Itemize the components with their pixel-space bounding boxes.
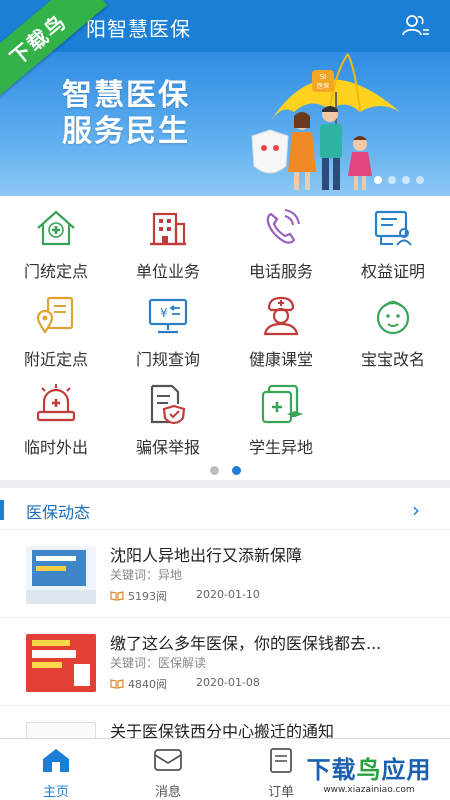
service-fraud-report[interactable]: 骗保举报 <box>112 372 224 460</box>
news-date: 2020-01-10 <box>196 588 260 601</box>
service-phone[interactable]: 电话服务 <box>225 196 337 284</box>
house-cross-icon <box>37 210 75 246</box>
watermark-text-c: 应用 <box>381 756 432 784</box>
grid-page-dot-2[interactable] <box>232 466 241 475</box>
news-date: 2020-01-08 <box>196 676 260 689</box>
user-profile-icon[interactable] <box>400 10 432 42</box>
service-label: 健康课堂 <box>248 350 313 369</box>
news-keyword: 关键词：医保解读 <box>110 656 207 670</box>
chevron-right-icon[interactable]: › <box>412 498 420 522</box>
news-read-count: 5193阅 <box>128 590 167 603</box>
tab-label: 主页 <box>42 785 69 800</box>
service-label: 宝宝改名 <box>360 350 425 369</box>
service-outpatient-rules[interactable]: ¥ 门规查询 <box>112 284 224 372</box>
service-grid: 门统定点 单位业务 电话服务 权益证明 附近定点 ¥ 门规查询 健康课堂 宝宝改… <box>0 196 450 460</box>
nurse-icon <box>263 296 299 336</box>
map-pin-icon <box>36 296 74 334</box>
home-icon <box>43 749 69 772</box>
student-card-icon <box>261 384 303 424</box>
svg-text:SI: SI <box>320 73 327 81</box>
banner-pagination[interactable] <box>374 176 424 184</box>
service-label: 学生异地 <box>248 438 313 457</box>
site-watermark: 下载鸟应用 www.xiazainiao.com <box>294 748 444 796</box>
news-keyword: 关键词：异地 <box>110 568 183 582</box>
svg-text:¥: ¥ <box>160 306 168 320</box>
grid-pagination[interactable] <box>0 460 450 480</box>
service-employer-business[interactable]: 单位业务 <box>112 196 224 284</box>
news-read-count: 4840阅 <box>128 678 167 691</box>
service-baby-rename[interactable]: 宝宝改名 <box>337 284 449 372</box>
order-icon <box>270 748 292 773</box>
service-temporary-leave[interactable]: 临时外出 <box>0 372 112 460</box>
watermark-text-b: 鸟 <box>356 756 382 784</box>
building-icon <box>150 212 186 246</box>
slogan-line-2: 服务民生 <box>62 114 190 149</box>
family-umbrella-illustration: SI 医保 <box>251 53 400 190</box>
baby-icon <box>376 300 410 335</box>
message-icon <box>154 749 182 771</box>
banner-dot-3[interactable] <box>402 176 410 184</box>
banner-dot-4[interactable] <box>416 176 424 184</box>
banner-dot-1[interactable] <box>374 176 382 184</box>
alarm-cross-icon <box>36 384 76 422</box>
service-label: 单位业务 <box>135 262 200 281</box>
service-student-remote[interactable]: 学生异地 <box>225 372 337 460</box>
news-title: 缴了这么多年医保，你的医保钱都去... <box>110 634 382 653</box>
service-health-class[interactable]: 健康课堂 <box>225 284 337 372</box>
news-image-insurance-explained <box>26 634 96 692</box>
watermark-url: www.xiazainiao.com <box>323 785 415 795</box>
section-accent-bar <box>0 500 4 520</box>
certificate-user-icon <box>374 210 412 246</box>
news-image-remote-travel <box>26 546 96 604</box>
book-icon <box>110 591 124 601</box>
report-shield-icon <box>150 384 186 425</box>
news-thumbnail <box>26 546 96 604</box>
news-reads: 5193阅 <box>110 588 167 604</box>
tab-home[interactable]: 主页 <box>0 739 112 800</box>
tab-messages[interactable]: 消息 <box>112 739 224 800</box>
app-title: 阳智慧医保 <box>86 17 191 41</box>
service-outpatient-points[interactable]: 门统定点 <box>0 196 112 284</box>
news-thumbnail <box>26 634 96 692</box>
news-section: 医保动态 › 沈阳人异地出行又添新保障 关键词：异地 5193阅 2020-01… <box>0 480 450 794</box>
service-label: 附近定点 <box>23 350 88 369</box>
monitor-yen-icon: ¥ <box>148 298 188 334</box>
service-label: 电话服务 <box>248 262 313 281</box>
news-item[interactable]: 缴了这么多年医保，你的医保钱都去... 关键词：医保解读 4840阅 2020-… <box>0 618 450 706</box>
service-label: 门规查询 <box>135 350 200 369</box>
service-rights-certificate[interactable]: 权益证明 <box>337 196 449 284</box>
news-reads: 4840阅 <box>110 676 167 692</box>
news-item[interactable]: 沈阳人异地出行又添新保障 关键词：异地 5193阅 2020-01-10 <box>0 530 450 618</box>
service-nearby-points[interactable]: 附近定点 <box>0 284 112 372</box>
news-section-title: 医保动态 <box>26 503 91 522</box>
news-header[interactable]: 医保动态 › <box>0 488 450 530</box>
phone-icon <box>266 209 300 244</box>
grid-page-dot-1[interactable] <box>210 466 219 475</box>
book-icon <box>110 679 124 689</box>
service-label: 骗保举报 <box>135 438 200 457</box>
news-title: 沈阳人异地出行又添新保障 <box>110 546 303 565</box>
banner-slogan: 智慧医保 服务民生 <box>62 78 190 150</box>
service-label: 门统定点 <box>23 262 88 281</box>
banner-dot-2[interactable] <box>388 176 396 184</box>
svg-text:医保: 医保 <box>317 82 329 90</box>
service-label: 临时外出 <box>23 438 88 457</box>
slogan-line-1: 智慧医保 <box>62 78 190 113</box>
tab-label: 消息 <box>154 785 181 800</box>
watermark-text-a: 下载 <box>306 756 357 784</box>
service-label: 权益证明 <box>360 262 425 281</box>
promo-banner[interactable]: 智慧医保 服务民生 SI 医保 <box>0 52 450 196</box>
